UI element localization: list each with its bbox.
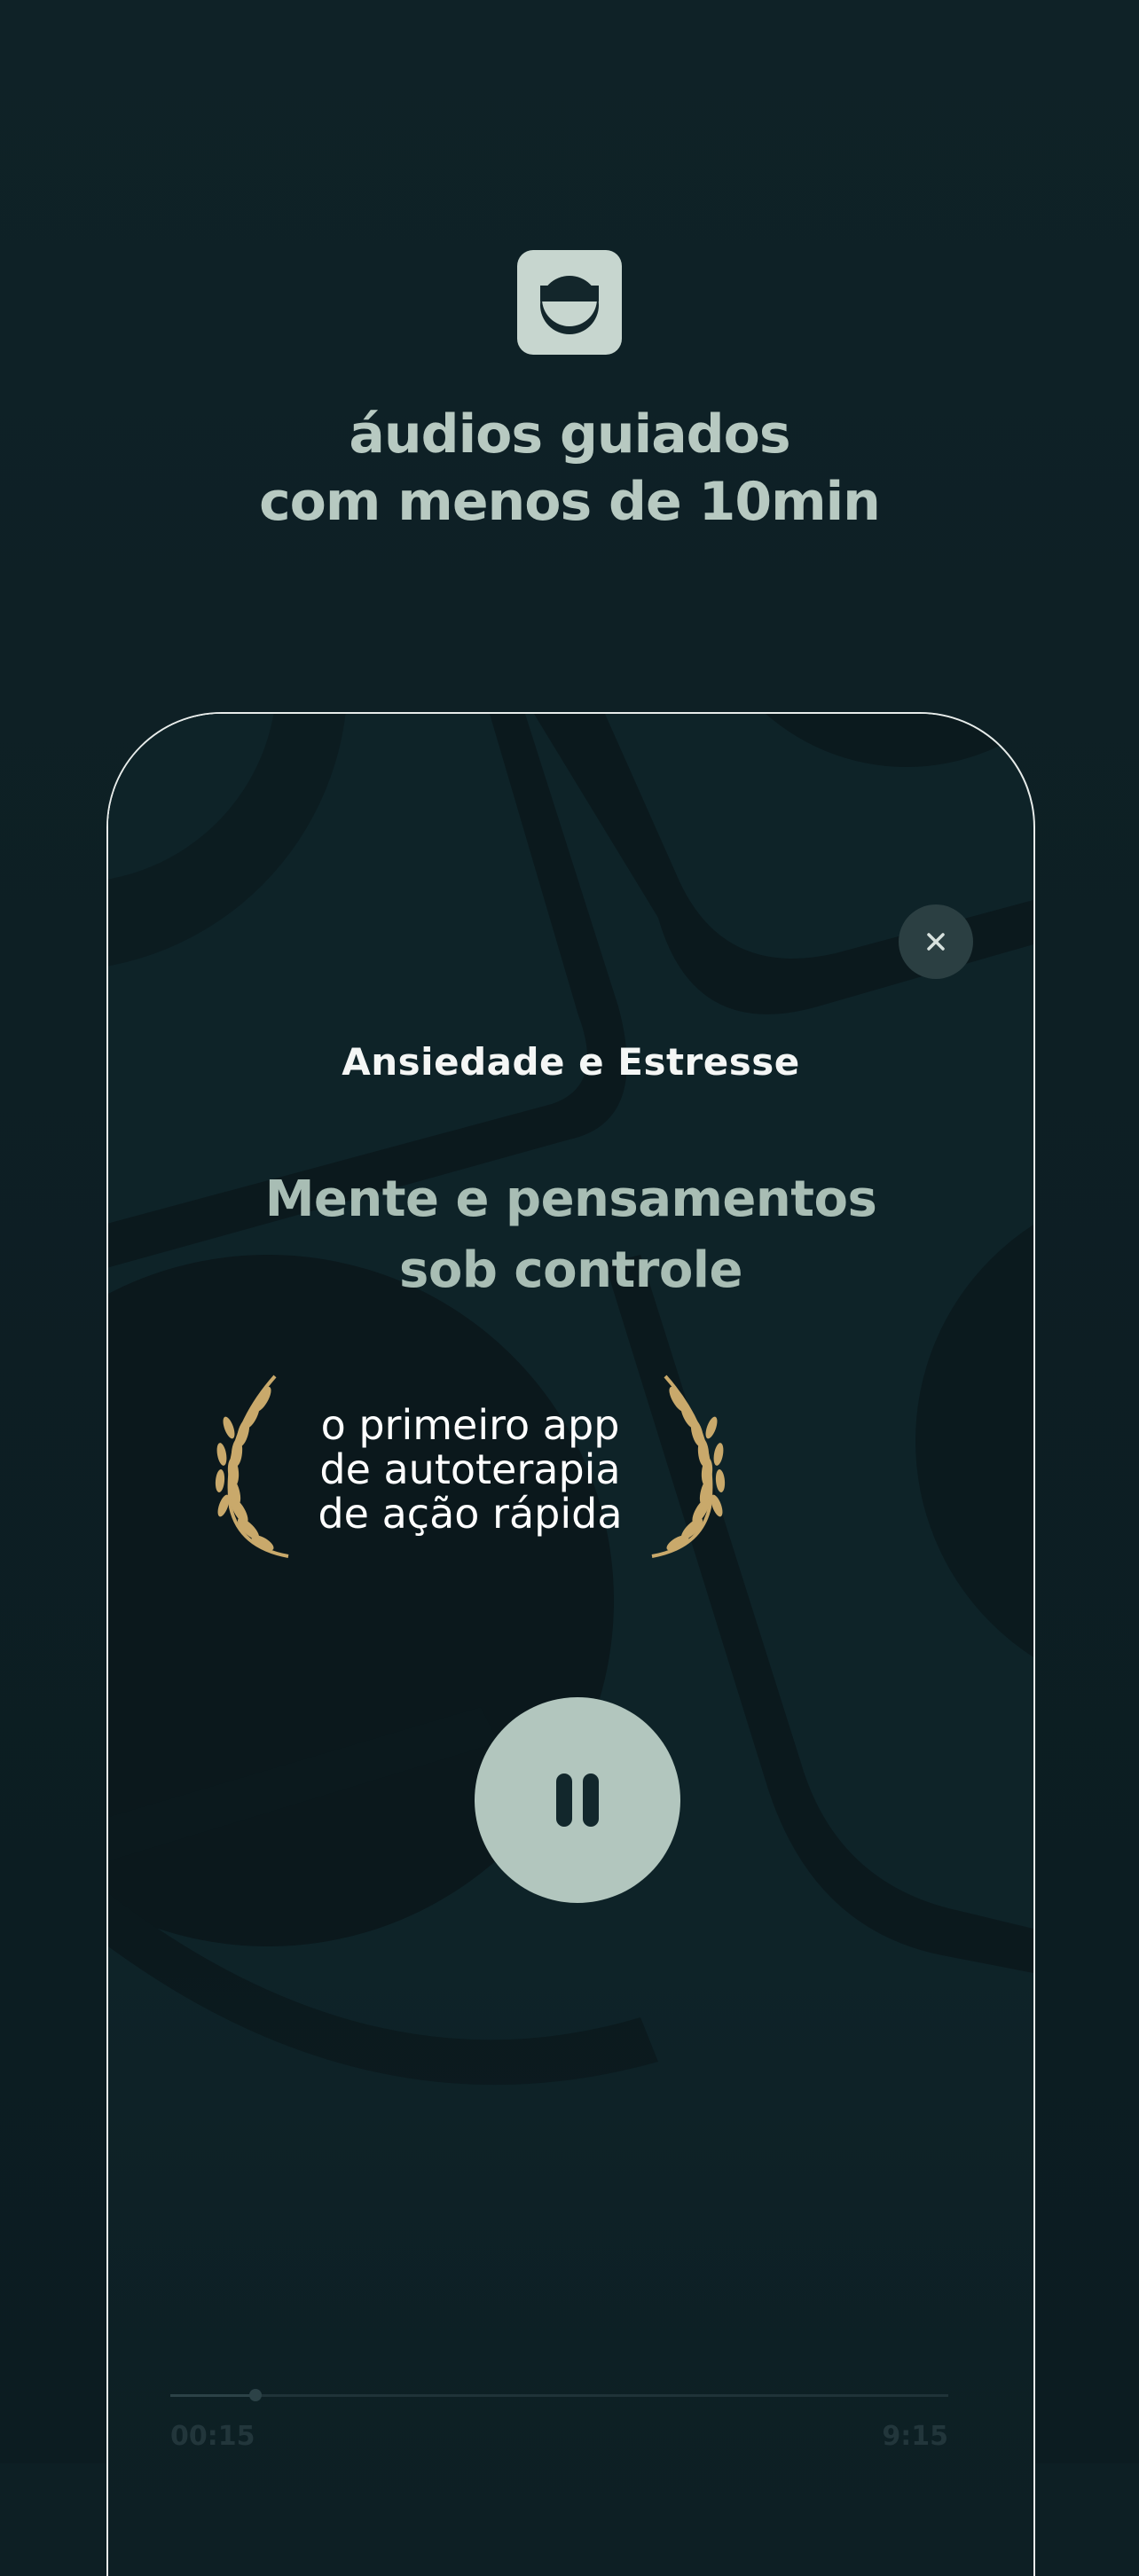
progress-fill [170,2394,256,2397]
headline-line-1: áudios guiados [349,403,790,466]
close-icon [927,933,945,951]
award-line-3: de ação rápida [318,1490,623,1538]
track-category: Ansiedade e Estresse [342,1040,800,1084]
bottom-fade [108,1955,1033,2576]
time-total: 9:15 [882,2421,948,2452]
close-button[interactable] [899,904,973,979]
award-line-2: de autoterapia [319,1445,621,1493]
headline: áudios guiados com menos de 10min [0,401,1139,536]
track-title: Mente e pensamentos sob controle [108,1164,1033,1306]
progress-track [170,2394,948,2397]
award-badge: o primeiro app de autoterapia de ação rá… [213,1366,727,1570]
award-text: o primeiro app de autoterapia de ação rá… [213,1403,727,1536]
pause-icon [556,1773,599,1827]
pause-button[interactable] [475,1697,680,1903]
headline-line-2: com menos de 10min [259,471,881,533]
onboarding-screen: áudios guiados com menos de 10min Ansied… [0,0,1139,2576]
progress-knob[interactable] [249,2389,263,2401]
award-line-1: o primeiro app [320,1401,620,1449]
time-elapsed: 00:15 [170,2421,255,2452]
track-title-line-1: Mente e pensamentos [264,1171,877,1228]
smile-face-logo-icon [517,250,622,355]
phone-mockup: Ansiedade e Estresse Mente e pensamentos… [106,712,1035,2576]
progress-bar[interactable]: 00:15 9:15 [170,2389,948,2456]
track-title-line-2: sob controle [399,1241,742,1299]
